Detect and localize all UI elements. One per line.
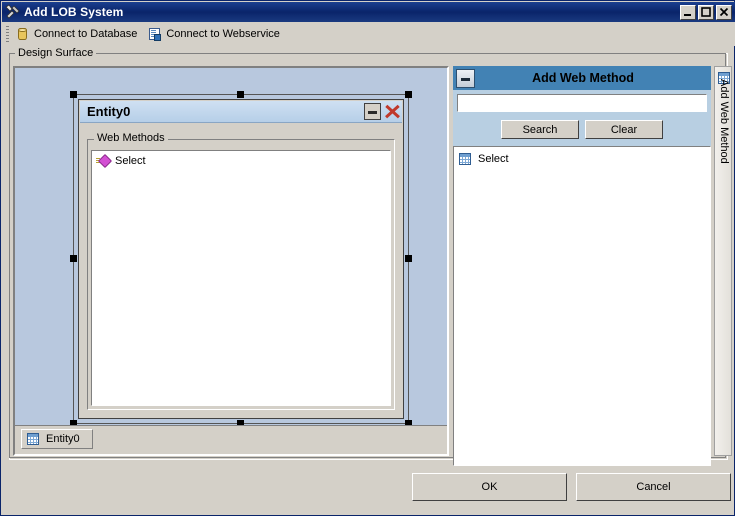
design-surface-inner: Entity0 Web Methods Select Entity0 Add W… [9, 62, 732, 466]
search-input[interactable] [457, 94, 707, 112]
resize-handle-right-center[interactable] [405, 255, 412, 262]
clear-button[interactable]: Clear [585, 120, 663, 139]
table-icon [26, 432, 40, 446]
entity-close-icon[interactable] [383, 103, 400, 120]
result-item-label: Select [478, 152, 509, 165]
connect-to-webservice-button[interactable]: Connect to Webservice [144, 23, 285, 45]
entity-card[interactable]: Entity0 Web Methods Select [78, 99, 404, 419]
add-web-method-vertical-tab[interactable]: Add Web Method [714, 66, 732, 456]
resize-handle-left-center[interactable] [70, 255, 77, 262]
close-button[interactable] [716, 4, 732, 20]
web-method-label: Select [115, 155, 146, 167]
design-surface-label: Design Surface [15, 47, 97, 59]
connect-to-database-button[interactable]: Connect to Database [12, 23, 142, 45]
search-button[interactable]: Search [501, 120, 579, 139]
design-canvas[interactable]: Entity0 Web Methods Select [15, 68, 447, 425]
vertical-tab-label: Add Web Method [718, 79, 730, 164]
method-icon [96, 153, 113, 169]
canvas-tab-entity0[interactable]: Entity0 [21, 429, 93, 449]
search-input-field[interactable] [458, 95, 706, 111]
tools-icon [5, 4, 21, 20]
resize-handle-top-center[interactable] [237, 91, 244, 98]
entity-selection-frame[interactable]: Entity0 Web Methods Select [70, 91, 412, 425]
add-web-method-header: Add Web Method [453, 66, 711, 90]
panel-collapse-button[interactable] [456, 68, 475, 88]
toolbar: Connect to Database Connect to Webservic… [2, 22, 735, 46]
add-web-method-search-area: Search Clear [453, 90, 711, 146]
resize-handle-top-left[interactable] [70, 91, 77, 98]
web-methods-label: Web Methods [94, 132, 168, 144]
toolbar-grip[interactable] [6, 26, 9, 42]
webservice-icon [146, 26, 162, 42]
cancel-button[interactable]: Cancel [576, 473, 731, 501]
add-web-method-panel: Add Web Method Search Clear Select [453, 66, 711, 466]
list-item[interactable]: Select [454, 150, 710, 167]
web-methods-groupbox: Web Methods Select [87, 132, 395, 410]
entity-body: Web Methods Select [80, 124, 402, 417]
window-title: Add LOB System [24, 5, 124, 19]
table-icon [458, 152, 472, 166]
add-web-method-title: Add Web Method [532, 71, 634, 85]
database-icon [14, 26, 30, 42]
design-canvas-tabstrip: Entity0 [15, 425, 447, 454]
entity-title-bar[interactable]: Entity0 [80, 101, 402, 123]
add-web-method-results-list[interactable]: Select [453, 146, 711, 466]
minimize-button[interactable] [680, 4, 696, 20]
connect-to-webservice-label: Connect to Webservice [166, 28, 280, 40]
canvas-tab-label: Entity0 [46, 433, 80, 445]
design-canvas-container: Entity0 Web Methods Select Entity0 [13, 66, 449, 456]
entity-minimize-button[interactable] [364, 103, 381, 120]
web-methods-list[interactable]: Select [91, 150, 391, 406]
connect-to-database-label: Connect to Database [34, 28, 138, 40]
title-bar: Add LOB System [2, 2, 735, 22]
list-item[interactable]: Select [92, 153, 390, 169]
window-controls [680, 4, 732, 20]
maximize-button[interactable] [698, 4, 714, 20]
resize-handle-top-right[interactable] [405, 91, 412, 98]
entity-title: Entity0 [87, 104, 131, 119]
ok-button[interactable]: OK [412, 473, 567, 501]
add-lob-system-window: Add LOB System Connect to Database Conne… [0, 0, 735, 516]
